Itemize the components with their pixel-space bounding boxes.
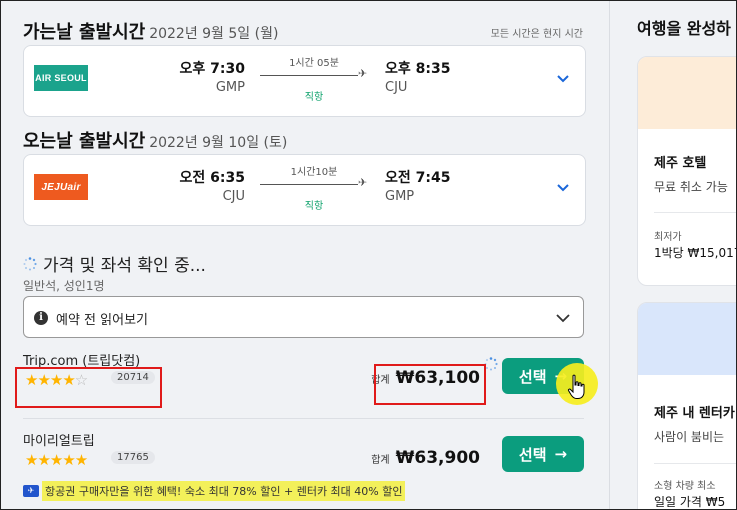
outbound-date: 2022년 9월 5일 (월) xyxy=(149,26,279,42)
departure-airport: GMP xyxy=(215,80,245,95)
arrival-airport: GMP xyxy=(385,189,415,204)
review-count-badge: 20714 xyxy=(111,371,155,384)
outbound-flight-card[interactable]: AIR SEOUL 오후 7:30 GMP 1시간 05분 ✈ 직항 오후 8:… xyxy=(23,45,586,117)
select-button-myrealtrip[interactable]: 선택 → xyxy=(502,436,584,472)
empty-star-icon: ☆ xyxy=(74,371,88,389)
rental-car-card[interactable]: 제주 내 렌터카 사람이 붐비는 소형 차량 최소 일일 가격 ₩5 xyxy=(637,302,737,510)
inbound-flight-card[interactable]: JEJUair 오전 6:35 CJU 1시간10분 ✈ 직항 오전 7:45 … xyxy=(23,154,586,226)
arrival-time: 오후 8:35 xyxy=(385,61,451,77)
hotel-card[interactable]: 제주 호텔 무료 취소 가능 최저가 1박당 ₩15,017 xyxy=(637,56,737,286)
hotel-banner xyxy=(638,57,737,129)
arrow-right-icon: → xyxy=(554,445,568,463)
airline-logo-jejuair: JEJUair xyxy=(34,174,88,200)
inbound-title: 오는날 출발시간 2022년 9월 10일 (토) xyxy=(23,127,287,153)
direct-label: 직항 xyxy=(304,201,324,212)
loading-spinner-icon xyxy=(484,357,498,371)
star-rating-icon: ★★★★☆ xyxy=(25,371,88,389)
provider-divider xyxy=(23,418,584,419)
card-divider xyxy=(654,212,737,213)
loading-spinner-icon xyxy=(23,256,37,270)
read-before-booking-dropdown[interactable]: i 예약 전 읽어보기 xyxy=(23,296,584,338)
filled-stars: ★★★★ xyxy=(25,371,76,389)
inbound-label: 오는날 출발시간 xyxy=(23,131,146,152)
star-rating-icon: ★★★★★ xyxy=(25,451,88,469)
provider-row-tripcom: Trip.com (트립닷컴) ★★★★☆ 20714 합계 ₩63,100 선택… xyxy=(23,350,584,410)
sidebar-divider xyxy=(609,0,610,510)
promo-banner[interactable]: ✈ 항공권 구매자만을 위한 혜택! 숙소 최대 78% 할인 + 렌터카 최대… xyxy=(23,481,406,501)
hotel-subtitle: 무료 취소 가능 xyxy=(654,180,728,194)
airline-logo-airseoul: AIR SEOUL xyxy=(34,65,88,91)
plane-icon: ✈ xyxy=(358,176,368,189)
route-line xyxy=(260,184,358,185)
rental-title: 제주 내 렌터카 xyxy=(654,406,735,421)
total-label: 합계 xyxy=(371,375,390,386)
rental-subtitle: 사람이 붐비는 xyxy=(654,430,725,444)
inbound-departure: 오전 6:35 CJU xyxy=(180,167,245,204)
review-count-badge: 17765 xyxy=(111,451,155,464)
chevron-down-icon[interactable] xyxy=(555,179,571,195)
departure-time: 오후 7:30 xyxy=(179,61,245,77)
total-label: 합계 xyxy=(371,455,390,466)
info-icon: i xyxy=(34,311,48,325)
select-label: 선택 xyxy=(518,367,547,386)
outbound-label: 가는날 출발시간 xyxy=(23,22,146,43)
hand-cursor-icon xyxy=(567,374,585,399)
hotel-price: 1박당 ₩15,017 xyxy=(654,246,737,260)
outbound-arrival: 오후 8:35 CJU xyxy=(385,58,450,95)
route-line xyxy=(260,75,358,76)
rental-banner xyxy=(638,303,737,375)
arrival-airport: CJU xyxy=(385,80,408,95)
read-before-booking-label: 예약 전 읽어보기 xyxy=(56,313,148,328)
inbound-date: 2022년 9월 10일 (토) xyxy=(149,135,288,151)
provider-name: Trip.com (트립닷컴) xyxy=(23,354,141,369)
plane-badge-icon: ✈ xyxy=(23,485,39,497)
filled-stars: ★★★★★ xyxy=(25,451,88,469)
price-value: ₩63,100 xyxy=(395,368,480,388)
card-divider xyxy=(654,463,737,464)
arrival-time: 오전 7:45 xyxy=(385,170,451,186)
flight-duration-block: 1시간 05분 ✈ 직항 xyxy=(260,54,368,104)
outbound-departure: 오후 7:30 GMP xyxy=(180,58,245,95)
promo-text: 항공권 구매자만을 위한 혜택! 숙소 최대 78% 할인 + 렌터카 최대 4… xyxy=(42,481,406,501)
price-value: ₩63,900 xyxy=(395,448,480,468)
flight-duration: 1시간 05분 xyxy=(289,58,339,69)
plane-icon: ✈ xyxy=(358,67,368,80)
departure-time: 오전 6:35 xyxy=(179,170,245,186)
hotel-title: 제주 호텔 xyxy=(654,156,707,171)
cabin-passenger-info: 일반석, 성인1명 xyxy=(23,279,105,293)
total-price: 합계 ₩63,100 xyxy=(371,368,480,388)
chevron-down-icon[interactable] xyxy=(555,70,571,86)
sidebar-title: 여행을 완성하 xyxy=(637,19,731,38)
rental-price-label: 소형 차량 최소 xyxy=(654,481,716,492)
timezone-note: 모든 시간은 현지 시간 xyxy=(490,29,583,40)
price-loading-status: 가격 및 좌석 확인 중... xyxy=(23,251,206,276)
chevron-down-icon xyxy=(556,314,570,323)
inbound-arrival: 오전 7:45 GMP xyxy=(385,167,450,204)
loading-text: 가격 및 좌석 확인 중... xyxy=(43,256,206,276)
flight-duration: 1시간10분 xyxy=(290,167,338,178)
total-price: 합계 ₩63,900 xyxy=(371,448,480,468)
outbound-title: 가는날 출발시간 2022년 9월 5일 (월) xyxy=(23,18,278,44)
flight-duration-block: 1시간10분 ✈ 직항 xyxy=(260,163,368,213)
rental-price: 일일 가격 ₩5 xyxy=(654,495,726,509)
provider-name: 마이리얼트립 xyxy=(23,434,95,449)
departure-airport: CJU xyxy=(222,189,245,204)
direct-label: 직항 xyxy=(304,92,324,103)
flight-details-panel: 가는날 출발시간 2022년 9월 5일 (월) 모든 시간은 현지 시간 AIR… xyxy=(1,1,605,509)
hotel-price-label: 최저가 xyxy=(654,232,682,243)
trip-complete-sidebar: 여행을 완성하 제주 호텔 무료 취소 가능 최저가 1박당 ₩15,017 제… xyxy=(611,0,737,510)
select-label: 선택 xyxy=(518,445,547,464)
